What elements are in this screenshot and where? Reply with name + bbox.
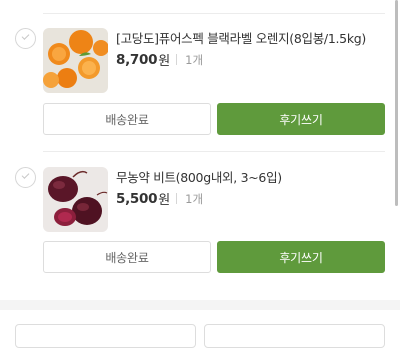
price-row: 8,700 원 1개 [116,50,204,70]
delivery-status-button[interactable]: 배송완료 [43,241,211,273]
product-name[interactable]: [고당도]퓨어스펙 블랙라벨 오렌지(8입봉/1.5kg) [116,28,366,47]
price-value: 8,700 [116,51,158,68]
section-divider [0,300,400,310]
orange-product-image[interactable] [43,28,108,93]
divider [176,54,178,65]
bottom-action-button-left[interactable] [15,324,196,348]
beet-product-image[interactable] [43,167,108,232]
write-review-button[interactable]: 후기쓰기 [217,103,385,135]
price-row: 5,500 원 1개 [116,189,204,209]
price-value: 5,500 [116,190,158,207]
divider [176,193,178,204]
divider [43,151,385,152]
price-unit: 원 [158,54,171,69]
price-unit: 원 [158,193,171,208]
product-name[interactable]: 무농약 비트(800g내외, 3~6입) [116,167,282,186]
quantity: 1개 [185,191,204,206]
quantity: 1개 [185,52,204,67]
write-review-button[interactable]: 후기쓰기 [217,241,385,273]
delivery-status-button[interactable]: 배송완료 [43,103,211,135]
select-checkbox[interactable] [15,28,36,49]
select-checkbox[interactable] [15,167,36,188]
scrollbar[interactable] [395,0,398,206]
bottom-action-button-right[interactable] [204,324,385,348]
divider [43,13,385,14]
